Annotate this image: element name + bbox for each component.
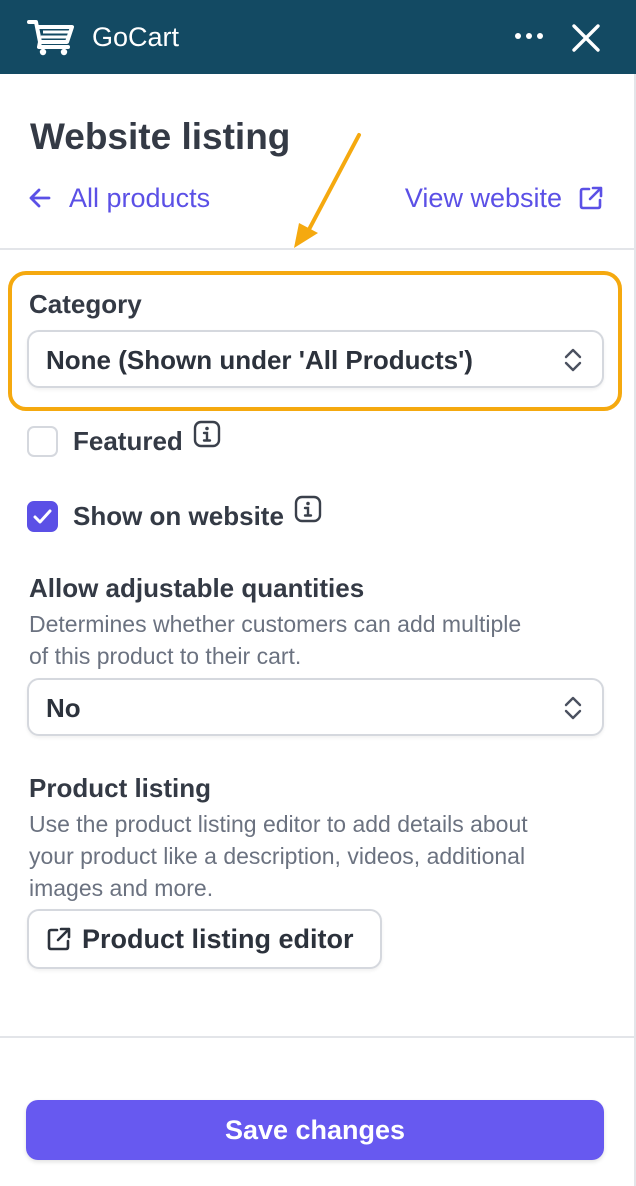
chevron-up-down-icon — [564, 348, 582, 372]
more-horizontal-icon[interactable] — [512, 26, 546, 46]
category-select[interactable]: None (Shown under 'All Products') — [27, 330, 604, 388]
check-icon — [33, 509, 52, 523]
arrow-left-icon — [29, 188, 51, 208]
product-listing-editor-label: Product listing editor — [82, 923, 354, 954]
quantities-help-line2: of this product to their cart. — [29, 643, 302, 669]
show-on-website-checkbox[interactable] — [27, 500, 58, 532]
view-website-link[interactable]: View website — [405, 180, 604, 216]
quantities-help-line1: Determines whether customers can add mul… — [29, 611, 522, 637]
app-title: GoCart — [92, 22, 180, 52]
close-icon[interactable] — [570, 22, 602, 54]
external-link-icon — [47, 927, 71, 951]
category-select-value: None (Shown under 'All Products') — [46, 345, 473, 375]
category-label: Category — [29, 289, 142, 319]
product-listing-help-line3: images and more. — [29, 875, 214, 901]
featured-label: Featured — [73, 425, 183, 456]
back-link-label: All products — [69, 182, 211, 213]
shopping-cart-icon — [27, 20, 74, 56]
featured-checkbox-row[interactable]: Featured — [27, 420, 221, 461]
product-listing-label: Product listing — [29, 773, 211, 803]
app-header: GoCart — [0, 0, 636, 74]
quantities-label: Allow adjustable quantities — [29, 573, 365, 603]
chevron-up-down-icon — [564, 696, 582, 720]
annotation-arrow-icon — [294, 133, 361, 248]
product-listing-help-line2: your product like a description, videos,… — [29, 843, 526, 869]
page-title: Website listing — [30, 116, 291, 157]
info-icon[interactable] — [193, 420, 221, 448]
info-icon[interactable] — [294, 495, 322, 523]
featured-checkbox[interactable] — [27, 425, 58, 457]
quantities-select[interactable]: No — [27, 678, 604, 736]
save-changes-button[interactable]: Save changes — [26, 1100, 604, 1160]
back-to-all-products-link[interactable]: All products — [27, 180, 210, 216]
product-listing-editor-button[interactable]: Product listing editor — [27, 909, 382, 969]
show-on-website-label: Show on website — [73, 500, 284, 531]
divider — [0, 1036, 634, 1038]
save-changes-label: Save changes — [224, 1114, 406, 1145]
external-link-icon — [579, 186, 603, 210]
quantities-select-value: No — [46, 693, 81, 723]
show-on-website-checkbox-row[interactable]: Show on website — [27, 495, 322, 536]
product-listing-help-line1: Use the product listing editor to add de… — [29, 811, 528, 837]
view-link-label: View website — [404, 182, 562, 213]
